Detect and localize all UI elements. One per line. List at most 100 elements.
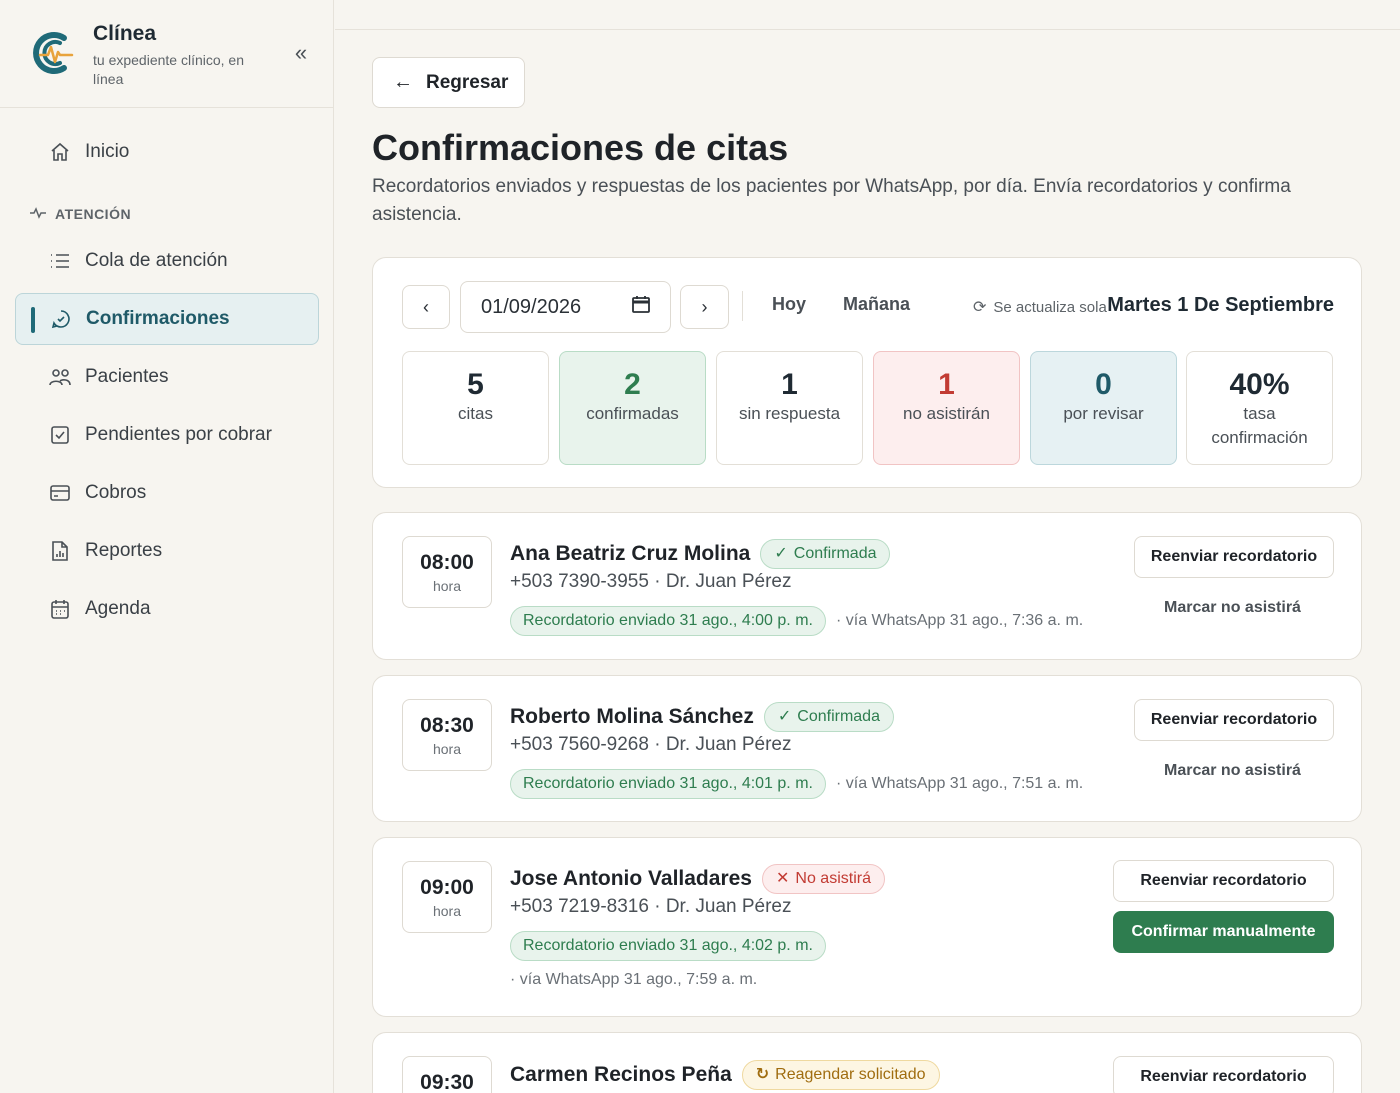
reminder-row: Recordatorio enviado 31 ago., 4:02 p. m. xyxy=(510,931,826,961)
collapse-sidebar-icon[interactable]: « xyxy=(288,40,314,66)
appointment-time: 09:00 hora xyxy=(402,861,492,933)
check-icon: ✓ xyxy=(777,708,792,725)
appointment-time: 09:30 xyxy=(402,1056,492,1093)
stat-citas: 5 citas xyxy=(402,351,549,465)
status-label: Confirmada xyxy=(793,545,877,562)
appointment-card: 08:00 hora Ana Beatriz Cruz Molina ✓ Confi… xyxy=(372,512,1362,660)
sidebar-item-label: Cobros xyxy=(85,482,147,503)
date-input-value: 01/09/2026 xyxy=(481,295,582,318)
reminder-pill: Recordatorio enviado 31 ago., 4:02 p. m. xyxy=(510,931,826,961)
sidebar-item-confirmaciones[interactable]: Confirmaciones xyxy=(15,293,319,345)
calendar-icon xyxy=(48,597,72,621)
stat-confirmadas: 2 confirmadas xyxy=(559,351,706,465)
sidebar-item-pacientes[interactable]: Pacientes xyxy=(15,351,319,403)
mark-no-show-button[interactable]: Marcar no asistirá xyxy=(1164,599,1301,617)
prev-day-button[interactable]: ‹ xyxy=(402,285,450,329)
appointment-time: 08:30 hora xyxy=(402,699,492,771)
users-icon xyxy=(48,365,72,389)
patient-info: +503 7560-9268 · Dr. Juan Pérez xyxy=(510,734,792,755)
sidebar-item-agenda[interactable]: Agenda xyxy=(15,583,319,635)
sidebar-item-label: Cola de atención xyxy=(85,250,228,271)
time-label: hora xyxy=(432,741,462,757)
appointment-card: 09:00 hora Jose Antonio Valladares ✕ No as… xyxy=(372,837,1362,1017)
patient-name: Ana Beatriz Cruz Molina xyxy=(510,542,751,565)
filters-card: ‹ 01/09/2026 › Hoy Mañana ⟳ Se actualiza… xyxy=(372,257,1362,488)
back-button[interactable]: ← Regresar xyxy=(372,57,525,108)
patient-name: Carmen Recinos Peña xyxy=(510,1063,732,1086)
sidebar-item-label: Inicio xyxy=(85,141,130,162)
next-day-button[interactable]: › xyxy=(680,285,729,329)
stat-label: confirmadas xyxy=(586,404,679,423)
stat-sin-respuesta: 1 sin respuesta xyxy=(716,351,863,465)
time-value: 09:00 xyxy=(420,876,474,899)
sidebar-item-pendientes[interactable]: Pendientes por cobrar xyxy=(15,409,319,461)
checkbox-icon xyxy=(48,423,72,447)
response-via: · vía WhatsApp 31 ago., 7:59 a. m. xyxy=(510,971,758,988)
calendar-icon[interactable] xyxy=(632,295,650,319)
resend-reminder-button[interactable]: Reenviar recordatorio xyxy=(1134,536,1334,578)
resend-reminder-button[interactable]: Reenviar recordatorio xyxy=(1113,1056,1334,1093)
reminder-pill: Recordatorio enviado 31 ago., 4:00 p. m. xyxy=(510,606,826,636)
sidebar-item-label: Confirmaciones xyxy=(86,308,230,329)
refresh-icon: ⟳ xyxy=(973,299,987,316)
mark-no-show-button[interactable]: Marcar no asistirá xyxy=(1164,762,1301,780)
current-date: Martes 1 De Septiembre xyxy=(1107,294,1334,316)
stat-label: citas xyxy=(458,404,493,423)
stat-label: no asistirán xyxy=(903,404,990,423)
brand-tagline: tu expediente clínico, en línea xyxy=(93,52,244,87)
status-badge: ✓ Confirmada xyxy=(760,539,891,569)
patient-name-row: Carmen Recinos Peña ↻ Reagendar solicitado xyxy=(510,1060,940,1090)
sidebar-item-cola[interactable]: Cola de atención xyxy=(15,235,319,287)
brand-header: Clínea tu expediente clínico, en línea « xyxy=(0,0,333,108)
patient-info: +503 7390-3955 · Dr. Juan Pérez xyxy=(510,571,792,592)
confirm-manually-button[interactable]: Confirmar manualmente xyxy=(1113,911,1334,953)
appointment-card: 09:30 Carmen Recinos Peña ↻ Reagendar soli… xyxy=(372,1032,1362,1093)
sidebar-item-cobros[interactable]: Cobros xyxy=(15,467,319,519)
patient-name: Roberto Molina Sánchez xyxy=(510,705,754,728)
response-via: · vía WhatsApp 31 ago., 7:36 a. m. xyxy=(835,612,1084,629)
resend-reminder-button[interactable]: Reenviar recordatorio xyxy=(1113,860,1334,902)
x-icon: ✕ xyxy=(775,870,790,887)
date-input[interactable]: 01/09/2026 xyxy=(460,281,671,333)
status-badge: ✕ No asistirá xyxy=(761,864,885,894)
stat-value: 40% xyxy=(1229,368,1290,401)
sidebar-item-inicio[interactable]: Inicio xyxy=(15,126,319,178)
stat-label: sin respuesta xyxy=(738,404,841,423)
patient-name: Jose Antonio Valladares xyxy=(510,867,752,890)
credit-card-icon xyxy=(48,481,72,505)
sidebar-item-reportes[interactable]: Reportes xyxy=(15,525,319,577)
stat-no-asistiran: 1 no asistirán xyxy=(873,351,1020,465)
page-title: Confirmaciones de citas xyxy=(372,127,789,168)
arrow-left-icon: ← xyxy=(393,71,413,93)
stat-por-revisar: 0 por revisar xyxy=(1030,351,1177,465)
resend-reminder-button[interactable]: Reenviar recordatorio xyxy=(1134,699,1334,741)
auto-refresh-label: Se actualiza sola xyxy=(993,298,1107,316)
sidebar: Clínea tu expediente clínico, en línea «… xyxy=(0,0,334,1093)
sidebar-item-label: Agenda xyxy=(85,598,151,619)
stat-label: por revisar xyxy=(1063,404,1144,423)
response-via: · vía WhatsApp 31 ago., 7:51 a. m. xyxy=(835,775,1084,792)
brand-name: Clínea xyxy=(93,22,157,45)
sidebar-item-label: Pacientes xyxy=(85,366,169,387)
auto-refresh-indicator: ⟳ Se actualiza sola xyxy=(973,297,1107,317)
tomorrow-button[interactable]: Mañana xyxy=(843,294,910,315)
patient-name-row: Roberto Molina Sánchez ✓ Confirmada xyxy=(510,702,894,732)
time-label: hora xyxy=(432,903,462,919)
chevron-left-icon: ‹ xyxy=(423,296,429,317)
chat-check-icon xyxy=(49,307,73,331)
time-value: 09:30 xyxy=(420,1071,474,1093)
reminder-row: Recordatorio enviado 31 ago., 4:00 p. m.… xyxy=(510,606,1083,636)
stat-value: 1 xyxy=(781,368,798,401)
stat-value: 1 xyxy=(938,368,955,401)
stat-value: 5 xyxy=(467,368,484,401)
pulse-icon xyxy=(30,206,46,222)
patient-name-row: Ana Beatriz Cruz Molina ✓ Confirmada xyxy=(510,539,891,569)
nav-section-label: ATENCIÓN xyxy=(55,206,132,222)
time-value: 08:30 xyxy=(420,714,474,737)
today-button[interactable]: Hoy xyxy=(772,294,806,315)
status-label: Reagendar solicitado xyxy=(775,1066,926,1083)
page-subtitle: Recordatorios enviados y respuestas de l… xyxy=(372,176,1291,225)
status-badge: ↻ Reagendar solicitado xyxy=(741,1060,940,1090)
list-icon xyxy=(48,249,72,273)
patient-name-row: Jose Antonio Valladares ✕ No asistirá xyxy=(510,864,885,894)
